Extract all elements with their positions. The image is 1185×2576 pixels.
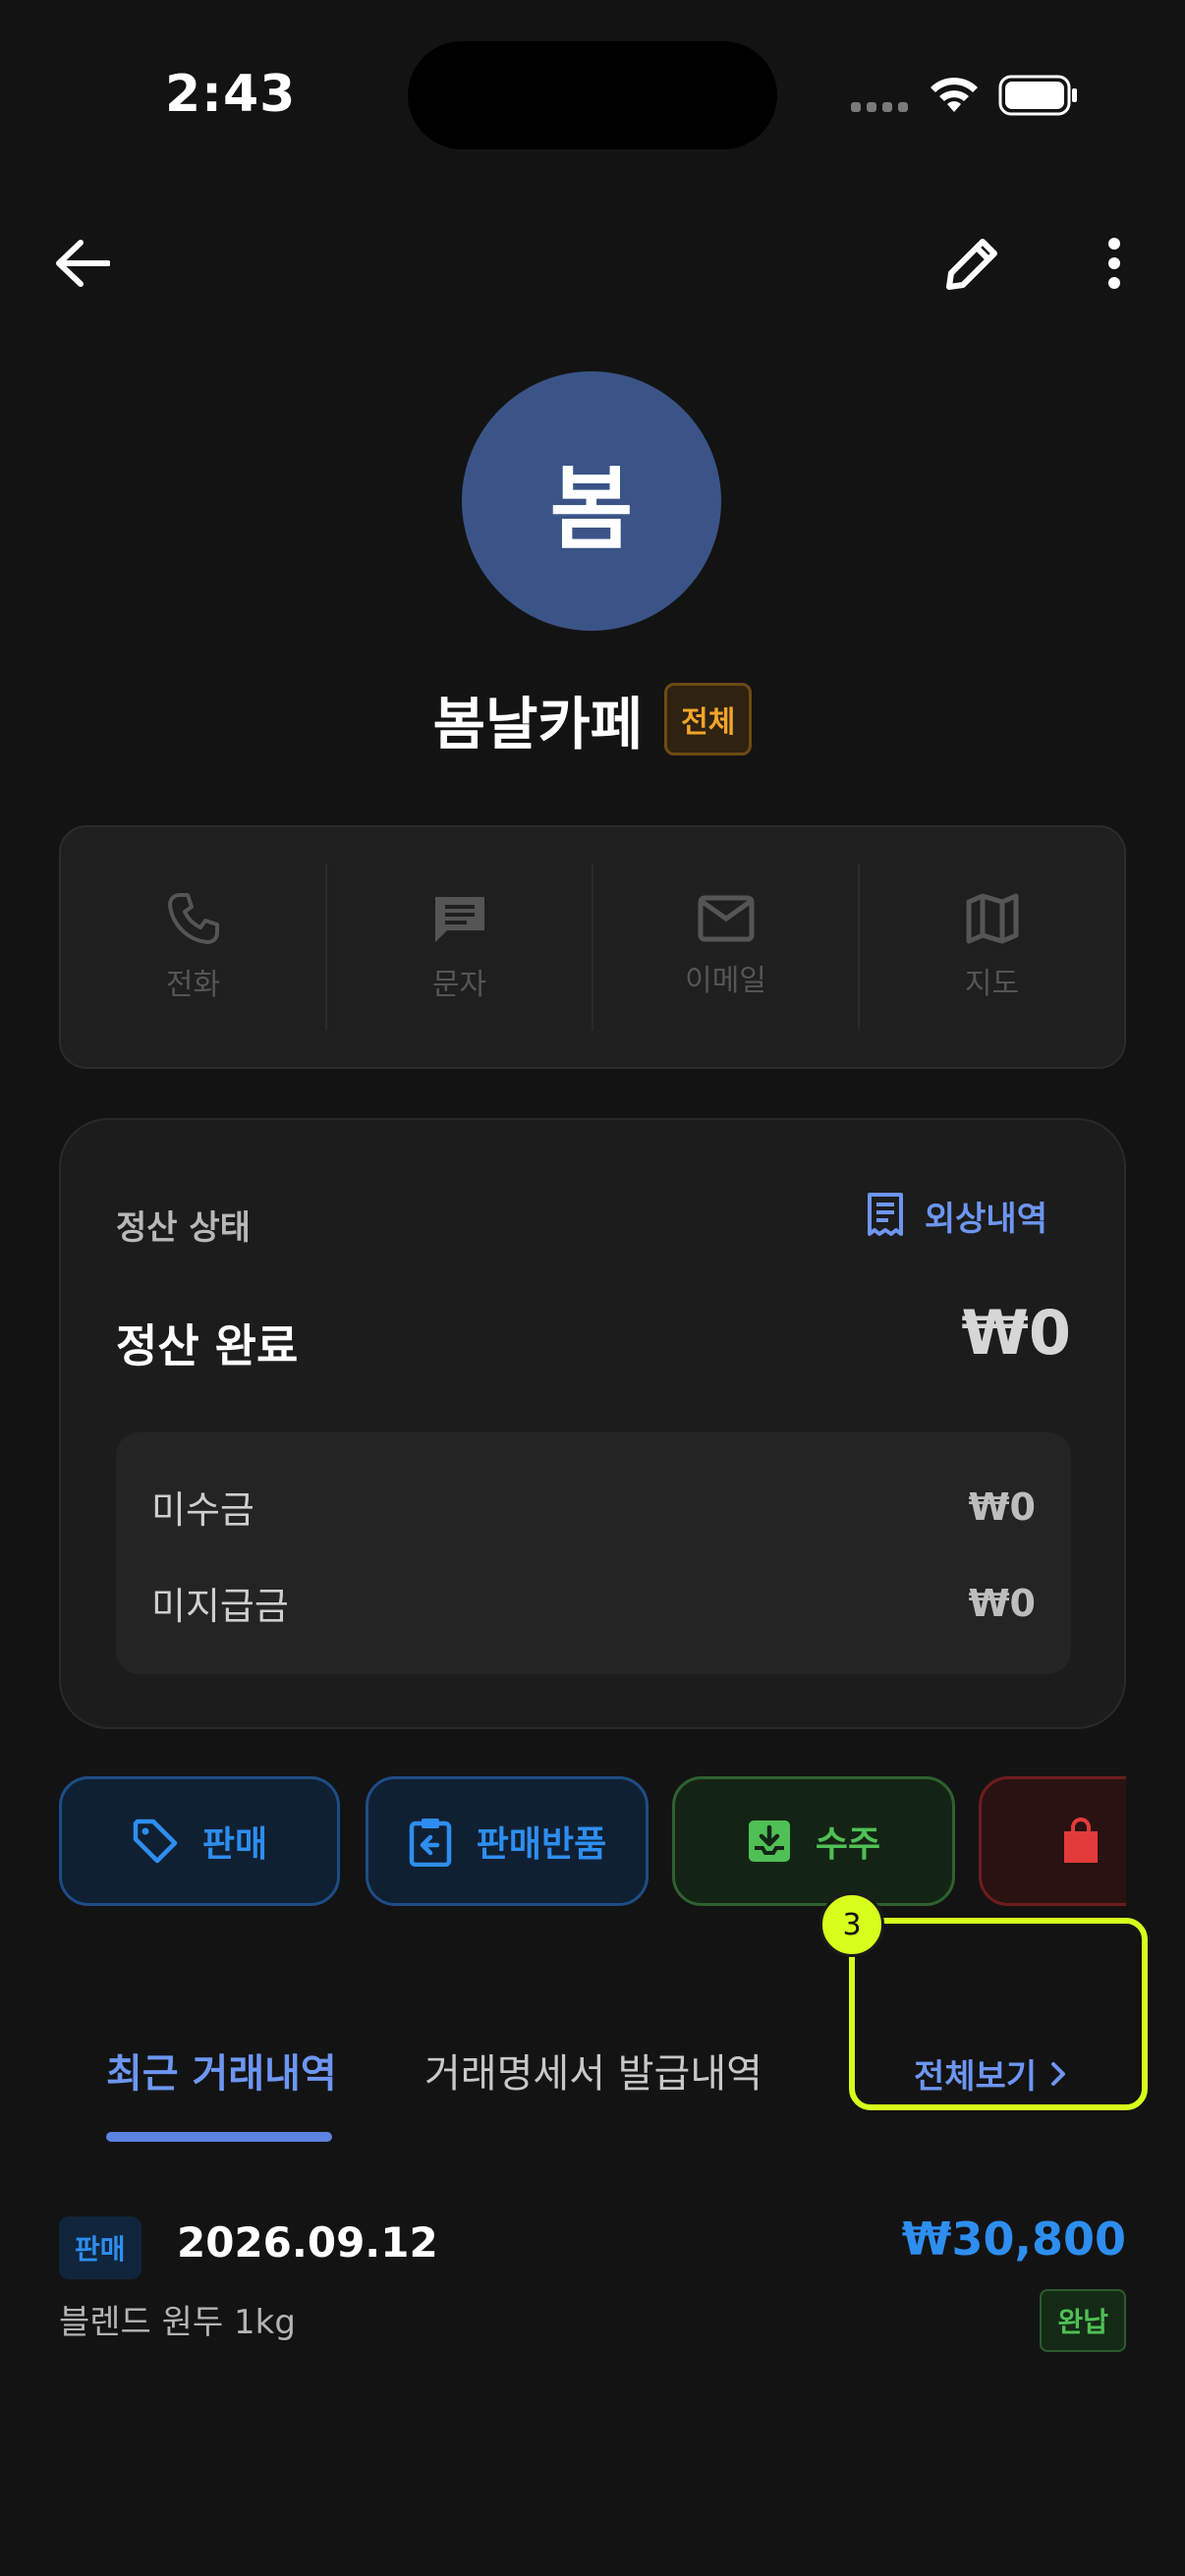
- receipt-icon: [867, 1193, 903, 1236]
- outstanding-history-label: 외상내역: [924, 1199, 1047, 1239]
- screen: 2:43 봄 봄날카페 전체 전화 문자 이메일 지도 정산 상태 외상내역 정…: [0, 0, 1185, 2576]
- receivable-value: ₩0: [968, 1484, 1036, 1529]
- tag-icon: [133, 1819, 178, 1864]
- phone-icon: [167, 893, 219, 944]
- payable-value: ₩0: [968, 1581, 1036, 1625]
- more-options-button[interactable]: [1073, 222, 1156, 305]
- transaction-date: 2026.09.12: [177, 2218, 438, 2267]
- settlement-amount: ₩0: [961, 1297, 1071, 1369]
- mail-icon: [698, 895, 754, 942]
- inbox-download-icon: [748, 1820, 790, 1862]
- group-badge: 전체: [664, 683, 753, 756]
- tab-recent-transactions[interactable]: 최근 거래내역: [106, 2042, 337, 2099]
- contact-actions-card: 전화 문자 이메일 지도: [59, 825, 1126, 1069]
- avatar: 봄: [462, 371, 721, 631]
- email-label: 이메일: [685, 964, 766, 998]
- sale-return-label: 판매반품: [476, 1824, 607, 1865]
- customer-name: 봄날카페: [432, 691, 644, 757]
- wifi-icon: [931, 78, 978, 112]
- highlight-box: [849, 1918, 1148, 2110]
- status-time: 2:43: [165, 65, 297, 124]
- settlement-label: 정산 상태: [116, 1208, 251, 1248]
- transaction-type-badge: 판매: [59, 2216, 141, 2279]
- call-button[interactable]: 전화: [61, 864, 327, 1031]
- clipboard-return-icon: [409, 1819, 451, 1867]
- dynamic-island: [408, 41, 777, 149]
- map-label: 지도: [964, 967, 1020, 1001]
- map-button[interactable]: 지도: [860, 864, 1124, 1031]
- map-icon: [966, 893, 1018, 944]
- pencil-icon: [946, 239, 997, 290]
- call-label: 전화: [165, 968, 221, 1002]
- edit-button[interactable]: [931, 222, 1014, 305]
- back-button[interactable]: [41, 222, 124, 305]
- email-button[interactable]: 이메일: [593, 864, 860, 1031]
- sale-button[interactable]: 판매: [59, 1776, 340, 1906]
- quick-actions: 판매 판매반품 수주: [59, 1776, 1126, 1908]
- message-button[interactable]: 문자: [327, 864, 593, 1031]
- tab-invoice-history[interactable]: 거래명세서 발급내역: [424, 2042, 762, 2099]
- signal-icon: [851, 102, 908, 112]
- payable-row: 미지급금 ₩0: [151, 1576, 1036, 1630]
- sale-label: 판매: [201, 1824, 268, 1865]
- message-icon: [434, 897, 484, 942]
- payable-label: 미지급금: [151, 1585, 289, 1628]
- receivable-row: 미수금 ₩0: [151, 1480, 1036, 1534]
- battery-icon: [998, 75, 1077, 116]
- arrow-left-icon: [56, 240, 110, 287]
- highlight-number-badge: 3: [819, 1892, 884, 1957]
- payment-status-badge: 완납: [1040, 2289, 1126, 2352]
- shopping-bag-icon: [1064, 1818, 1098, 1863]
- purchase-button[interactable]: [979, 1776, 1126, 1906]
- sale-return-button[interactable]: 판매반품: [366, 1776, 649, 1906]
- outstanding-history-link[interactable]: 외상내역: [864, 1191, 1047, 1240]
- order-label: 수주: [815, 1824, 881, 1865]
- receivable-label: 미수금: [151, 1488, 254, 1532]
- transaction-description: 블렌드 원두 1kg: [59, 2303, 296, 2342]
- order-button[interactable]: 수주: [672, 1776, 955, 1906]
- transaction-amount: ₩30,800: [901, 2212, 1126, 2266]
- profile-name-row: 봄날카페 전체: [0, 678, 1185, 760]
- settlement-status: 정산 완료: [116, 1319, 299, 1372]
- balance-breakdown: 미수금 ₩0 미지급금 ₩0: [116, 1432, 1071, 1674]
- settlement-card: 정산 상태 외상내역 정산 완료 ₩0 미수금 ₩0 미지급금 ₩0: [59, 1118, 1126, 1729]
- more-vertical-icon: [1108, 238, 1120, 289]
- message-label: 문자: [431, 968, 487, 1002]
- active-tab-indicator: [106, 2132, 332, 2142]
